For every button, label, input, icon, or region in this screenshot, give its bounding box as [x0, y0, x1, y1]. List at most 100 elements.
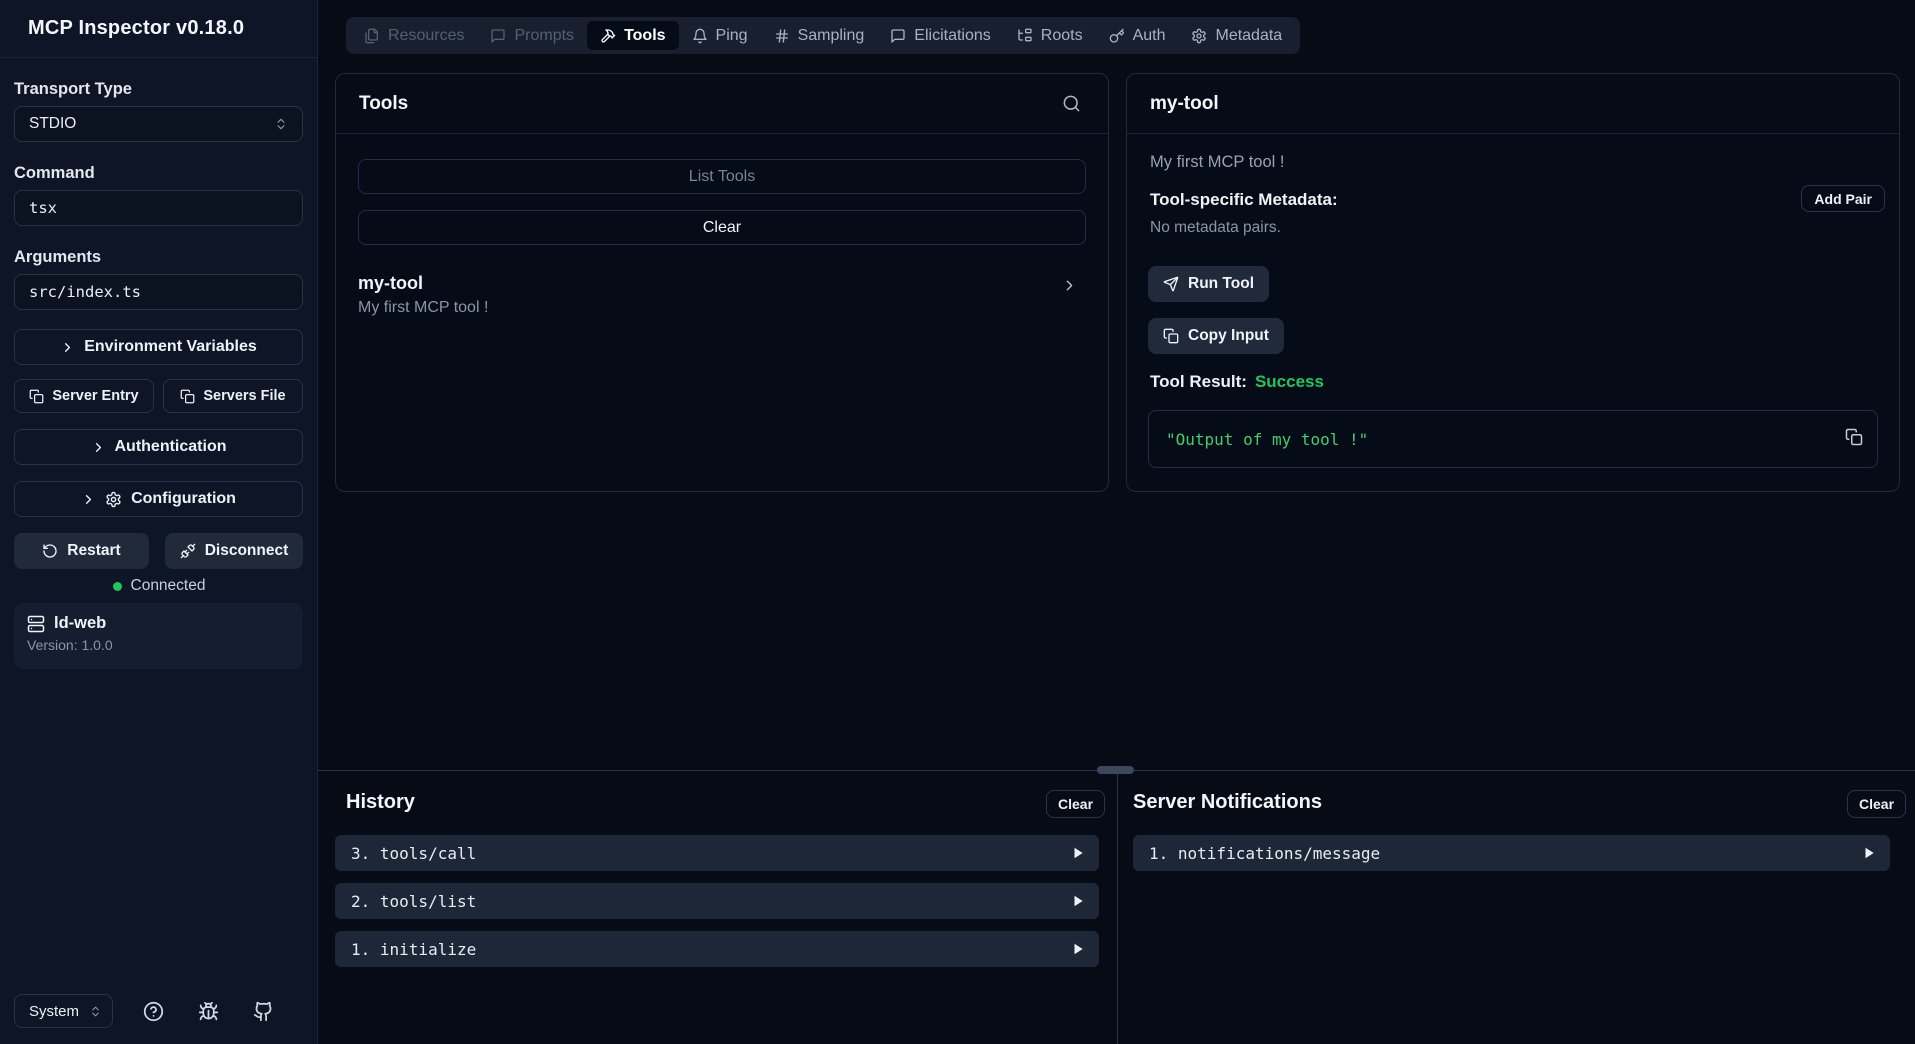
splitter-handle[interactable] [1097, 766, 1134, 774]
tool-result-status: Success [1255, 372, 1324, 392]
authentication-toggle[interactable]: Authentication [14, 429, 303, 465]
unplug-icon [180, 543, 196, 559]
server-icon [27, 615, 45, 633]
tab-roots[interactable]: Roots [1004, 21, 1096, 50]
theme-value: System [29, 1003, 79, 1020]
clear-notifications-button[interactable]: Clear [1847, 790, 1906, 818]
transport-type-label: Transport Type [14, 80, 132, 99]
key-icon [1109, 28, 1125, 44]
play-icon [1071, 894, 1085, 908]
hash-icon [774, 28, 790, 44]
sidebar-header: MCP Inspector v0.18.0 [0, 0, 317, 58]
tool-detail-panel: my-tool My first MCP tool ! Tool-specifi… [1126, 73, 1900, 492]
restart-icon [42, 543, 58, 559]
environment-variables-toggle[interactable]: Environment Variables [14, 329, 303, 365]
run-tool-label: Run Tool [1188, 275, 1254, 293]
sidebar-footer: System [0, 978, 318, 1044]
restart-button[interactable]: Restart [14, 533, 149, 569]
tool-item-description: My first MCP tool ! [358, 299, 1086, 317]
notification-item[interactable]: 1. notifications/message [1133, 835, 1890, 871]
detail-panel-title: my-tool [1150, 93, 1219, 115]
arguments-input[interactable] [14, 274, 303, 310]
chevron-right-icon [60, 340, 75, 355]
environment-variables-label: Environment Variables [84, 338, 257, 356]
sidebar: MCP Inspector v0.18.0 Transport Type STD… [0, 0, 318, 1044]
tool-result-row: Tool Result: Success [1150, 372, 1324, 392]
tools-panel: Tools List Tools Clear my-tool My first … [335, 73, 1109, 492]
tools-panel-title: Tools [359, 93, 408, 115]
tab-sampling[interactable]: Sampling [761, 21, 878, 50]
files-icon [364, 28, 380, 44]
server-notifications-title: Server Notifications [1133, 791, 1322, 814]
tool-item-name: my-tool [358, 273, 1086, 294]
history-item[interactable]: 2. tools/list [335, 883, 1099, 919]
top-navigation: Resources Prompts Tools Ping Sampling El… [346, 17, 1300, 54]
tab-tools[interactable]: Tools [587, 21, 678, 50]
chevron-right-icon [91, 440, 106, 455]
detail-panel-header: my-tool [1127, 74, 1899, 134]
copy-input-button[interactable]: Copy Input [1148, 318, 1284, 354]
tools-panel-header: Tools [336, 74, 1108, 134]
search-icon[interactable] [1058, 90, 1085, 117]
bug-icon[interactable] [194, 997, 223, 1026]
configuration-toggle[interactable]: Configuration [14, 481, 303, 517]
play-icon [1071, 846, 1085, 860]
servers-file-label: Servers File [203, 388, 285, 404]
play-icon [1071, 942, 1085, 956]
clear-tools-button[interactable]: Clear [358, 210, 1086, 245]
history-title: History [346, 791, 415, 814]
command-label: Command [14, 164, 95, 183]
tool-output-text: "Output of my tool !" [1166, 430, 1368, 449]
send-icon [1163, 276, 1179, 292]
copy-output-icon[interactable] [1845, 428, 1863, 446]
theme-select[interactable]: System [14, 994, 113, 1028]
transport-type-value: STDIO [29, 115, 76, 133]
copy-icon [180, 389, 195, 404]
copy-icon [1163, 328, 1179, 344]
play-icon [1862, 846, 1876, 860]
servers-file-button[interactable]: Servers File [163, 379, 303, 413]
transport-type-select[interactable]: STDIO [14, 106, 303, 142]
message-square-icon [490, 28, 506, 44]
server-entry-button[interactable]: Server Entry [14, 379, 154, 413]
tab-resources[interactable]: Resources [351, 21, 477, 50]
history-item[interactable]: 3. tools/call [335, 835, 1099, 871]
message-square-icon [890, 28, 906, 44]
tool-list-item[interactable]: my-tool My first MCP tool ! [358, 273, 1086, 317]
help-circle-icon[interactable] [139, 997, 168, 1026]
tab-elicitations[interactable]: Elicitations [877, 21, 1003, 50]
tool-description: My first MCP tool ! [1150, 153, 1284, 172]
connection-status: Connected [0, 577, 318, 595]
disconnect-button[interactable]: Disconnect [165, 533, 303, 569]
github-icon[interactable] [249, 997, 278, 1026]
add-pair-button[interactable]: Add Pair [1801, 185, 1885, 212]
app-title: MCP Inspector v0.18.0 [28, 17, 244, 40]
chevron-right-icon [81, 492, 96, 507]
server-name: ld-web [54, 614, 106, 633]
authentication-label: Authentication [115, 438, 227, 456]
chevrons-up-down-icon [274, 117, 288, 131]
arguments-label: Arguments [14, 248, 101, 267]
status-dot [113, 582, 122, 591]
chevron-right-icon [1061, 277, 1078, 294]
server-version: Version: 1.0.0 [27, 637, 290, 653]
tab-metadata[interactable]: Metadata [1178, 21, 1295, 50]
clear-history-button[interactable]: Clear [1046, 790, 1105, 818]
command-input[interactable] [14, 190, 303, 226]
server-info-card: ld-web Version: 1.0.0 [14, 603, 303, 669]
configuration-label: Configuration [131, 490, 236, 508]
vertical-splitter[interactable] [1117, 771, 1118, 1044]
bell-icon [692, 28, 708, 44]
tab-prompts[interactable]: Prompts [477, 21, 587, 50]
tool-output-block: "Output of my tool !" [1148, 410, 1878, 468]
tab-ping[interactable]: Ping [679, 21, 761, 50]
run-tool-button[interactable]: Run Tool [1148, 266, 1269, 302]
disconnect-label: Disconnect [205, 542, 289, 560]
tab-auth[interactable]: Auth [1096, 21, 1179, 50]
history-item[interactable]: 1. initialize [335, 931, 1099, 967]
list-tools-button[interactable]: List Tools [358, 159, 1086, 194]
copy-input-label: Copy Input [1188, 327, 1269, 345]
tool-result-label: Tool Result: [1150, 372, 1247, 392]
network-icon [1017, 28, 1033, 44]
server-entry-label: Server Entry [52, 388, 138, 404]
